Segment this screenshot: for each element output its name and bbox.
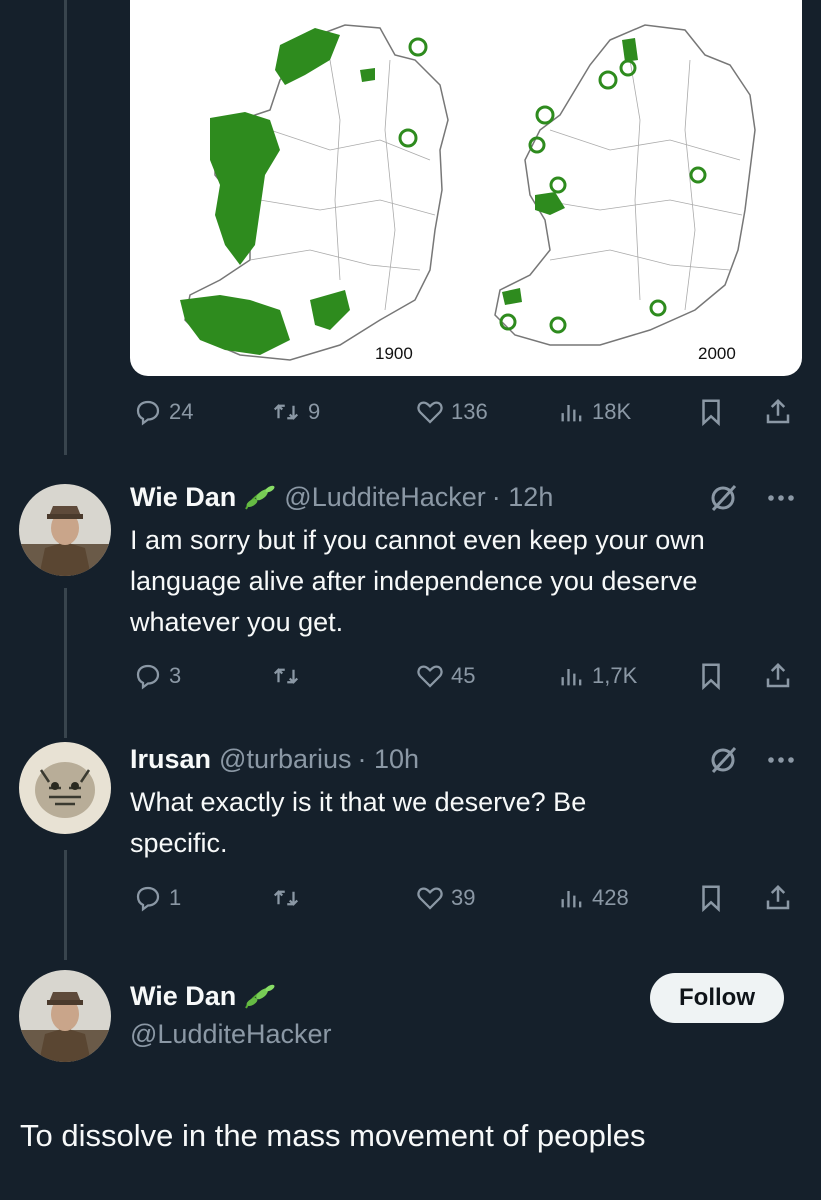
map-1900-gaeltacht-islet — [360, 68, 375, 82]
main-tweet-name-row: Wie Dan — [130, 981, 276, 1012]
views-icon — [561, 891, 582, 908]
repost-button[interactable] — [270, 880, 302, 916]
display-name[interactable]: Wie Dan — [130, 482, 236, 513]
reply-tweet-1[interactable]: Wie Dan @LudditeHacker · 12h I am sorry … — [0, 478, 821, 708]
main-tweet-text: To dissolve in the mass movement of peop… — [20, 1118, 646, 1153]
display-name[interactable]: Irusan — [130, 744, 211, 775]
timestamp[interactable]: · 10h — [358, 744, 420, 775]
leaf-emoji-icon — [240, 982, 276, 1012]
reply-tweet-2[interactable]: Irusan @turbarius · 10h What exactly is … — [0, 742, 821, 932]
user-handle[interactable]: @turbarius — [219, 744, 351, 775]
share-icon — [766, 398, 790, 424]
reply-icon — [136, 400, 160, 426]
mute-icon[interactable] — [705, 482, 741, 519]
reply-icon — [136, 886, 160, 912]
timestamp[interactable]: · 12h — [492, 482, 554, 513]
reply-button[interactable]: 1 — [133, 880, 181, 916]
more-icon[interactable] — [763, 482, 799, 519]
bookmark-button[interactable] — [696, 880, 726, 916]
views-count: 1,7K — [592, 663, 638, 688]
map-1900-circle-1 — [408, 37, 428, 57]
repost-button[interactable] — [270, 658, 302, 694]
views-icon — [561, 669, 582, 686]
bookmark-icon — [702, 399, 720, 427]
like-count: 39 — [451, 885, 476, 910]
bookmark-button[interactable] — [696, 658, 726, 694]
reply-button[interactable]: 24 — [133, 394, 193, 430]
like-button[interactable]: 39 — [415, 880, 475, 916]
reply-count: 3 — [169, 663, 182, 688]
reply-2-actions: 1 39 428 — [130, 880, 802, 916]
original-tweet-actions: 24 9 136 18K — [130, 394, 802, 430]
views-icon — [561, 405, 582, 422]
avatar[interactable] — [19, 970, 111, 1062]
views-count: 18K — [592, 399, 632, 424]
user-handle[interactable]: @LudditeHacker — [130, 1019, 332, 1050]
reply-header: Irusan @turbarius · 10h — [130, 744, 419, 775]
reply-count: 24 — [169, 399, 194, 424]
views-button[interactable]: 18K — [558, 394, 631, 430]
share-button[interactable] — [763, 394, 793, 430]
repost-icon — [273, 890, 299, 906]
reply-1-actions: 3 45 1,7K — [130, 658, 802, 694]
share-button[interactable] — [763, 880, 793, 916]
bookmark-icon — [702, 663, 720, 691]
like-icon — [417, 665, 443, 688]
bookmark-icon — [702, 885, 720, 913]
views-button[interactable]: 428 — [558, 880, 629, 916]
like-count: 45 — [451, 663, 476, 688]
repost-button[interactable]: 9 — [270, 394, 320, 430]
map-label-1900: 1900 — [375, 344, 413, 363]
views-button[interactable]: 1,7K — [558, 658, 637, 694]
map-2000-circle-3 — [535, 105, 555, 125]
tweet-media-map-image[interactable]: 1900 2000 — [130, 0, 802, 376]
follow-button[interactable]: Follow — [650, 973, 784, 1023]
avatar[interactable] — [19, 742, 111, 834]
repost-icon — [273, 668, 299, 684]
views-count: 428 — [592, 885, 629, 910]
share-icon — [766, 662, 790, 688]
repost-icon — [273, 404, 299, 420]
tweet-text: What exactly is it that we deserve? Be s… — [130, 787, 587, 858]
map-label-2000: 2000 — [698, 344, 736, 363]
like-button[interactable]: 45 — [415, 658, 475, 694]
repost-count: 9 — [308, 399, 321, 424]
more-icon[interactable] — [763, 744, 799, 781]
reply-icon — [136, 664, 160, 690]
like-icon — [417, 401, 443, 424]
reply-button[interactable]: 3 — [133, 658, 181, 694]
thread-line-top — [64, 0, 67, 455]
like-count: 136 — [451, 399, 488, 424]
reply-header: Wie Dan @LudditeHacker · 12h — [130, 482, 553, 513]
user-handle[interactable]: @LudditeHacker — [284, 482, 486, 513]
tweet-text: I am sorry but if you cannot even keep y… — [130, 525, 705, 637]
avatar[interactable] — [19, 484, 111, 576]
reply-count: 1 — [169, 885, 182, 910]
display-name[interactable]: Wie Dan — [130, 981, 236, 1012]
like-button[interactable]: 136 — [415, 394, 488, 430]
share-button[interactable] — [763, 658, 793, 694]
leaf-emoji-icon — [240, 483, 276, 513]
like-icon — [417, 887, 443, 910]
share-icon — [766, 884, 790, 910]
mute-icon[interactable] — [705, 744, 741, 781]
bookmark-button[interactable] — [696, 394, 726, 430]
